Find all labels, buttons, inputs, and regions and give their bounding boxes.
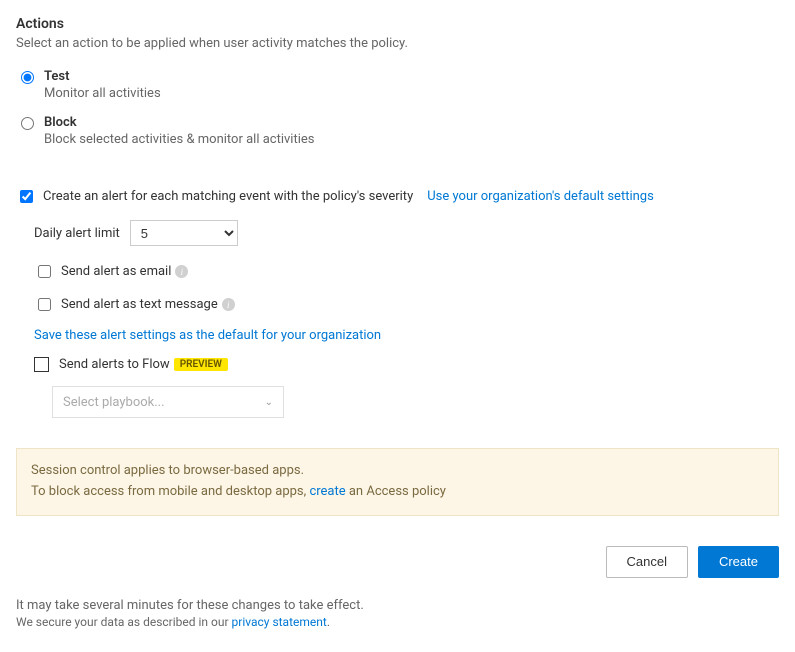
- use-default-settings-link[interactable]: Use your organization's default settings: [427, 189, 654, 204]
- send-flow-label: Send alerts to Flow: [59, 357, 170, 372]
- send-text-row: Send alert as text message i: [34, 295, 779, 314]
- playbook-select[interactable]: Select playbook... ⌄: [52, 386, 284, 418]
- save-defaults-link[interactable]: Save these alert settings as the default…: [34, 328, 381, 343]
- action-test-radio[interactable]: [21, 71, 34, 84]
- send-email-label: Send alert as email: [61, 264, 171, 279]
- info-icon: i: [175, 265, 188, 278]
- footer-privacy: We secure your data as described in our …: [16, 615, 779, 629]
- action-block-radio[interactable]: [21, 117, 34, 130]
- actions-heading: Actions: [16, 16, 779, 32]
- banner-line2-pre: To block access from mobile and desktop …: [31, 484, 309, 499]
- daily-limit-select[interactable]: 5: [130, 220, 238, 246]
- send-text-label: Send alert as text message: [61, 297, 218, 312]
- create-alert-label: Create an alert for each matching event …: [43, 189, 413, 204]
- banner-line2-post: an Access policy: [346, 484, 446, 499]
- send-email-row: Send alert as email i: [34, 262, 779, 281]
- session-control-banner: Session control applies to browser-based…: [16, 448, 779, 516]
- footer-privacy-post: .: [327, 615, 330, 629]
- send-email-checkbox[interactable]: [38, 265, 51, 278]
- privacy-statement-link[interactable]: privacy statement: [232, 615, 327, 629]
- action-block-sub: Block selected activities & monitor all …: [44, 132, 314, 147]
- daily-limit-label: Daily alert limit: [34, 226, 120, 241]
- send-text-checkbox[interactable]: [38, 298, 51, 311]
- chevron-down-icon: ⌄: [265, 397, 273, 408]
- action-test-row[interactable]: Test Monitor all activities: [16, 69, 779, 101]
- create-alert-row: Create an alert for each matching event …: [16, 187, 779, 206]
- action-test-sub: Monitor all activities: [44, 86, 161, 101]
- send-flow-checkbox[interactable]: [34, 357, 49, 372]
- button-row: Cancel Create: [16, 546, 779, 578]
- playbook-placeholder: Select playbook...: [63, 395, 165, 410]
- actions-description: Select an action to be applied when user…: [16, 36, 779, 51]
- action-block-row[interactable]: Block Block selected activities & monito…: [16, 115, 779, 147]
- banner-line2: To block access from mobile and desktop …: [31, 482, 764, 503]
- banner-line1: Session control applies to browser-based…: [31, 461, 764, 482]
- create-alert-checkbox[interactable]: [20, 190, 33, 203]
- daily-limit-row: Daily alert limit 5: [34, 220, 779, 246]
- footer-note: It may take several minutes for these ch…: [16, 598, 779, 613]
- cancel-button[interactable]: Cancel: [606, 546, 688, 578]
- create-button[interactable]: Create: [698, 546, 779, 578]
- footer-privacy-pre: We secure your data as described in our: [16, 615, 232, 629]
- preview-badge: PREVIEW: [174, 358, 228, 371]
- create-access-policy-link[interactable]: create: [309, 484, 345, 499]
- action-block-label: Block: [44, 115, 314, 130]
- info-icon: i: [222, 298, 235, 311]
- send-flow-row: Send alerts to Flow PREVIEW: [34, 357, 779, 372]
- action-test-label: Test: [44, 69, 161, 84]
